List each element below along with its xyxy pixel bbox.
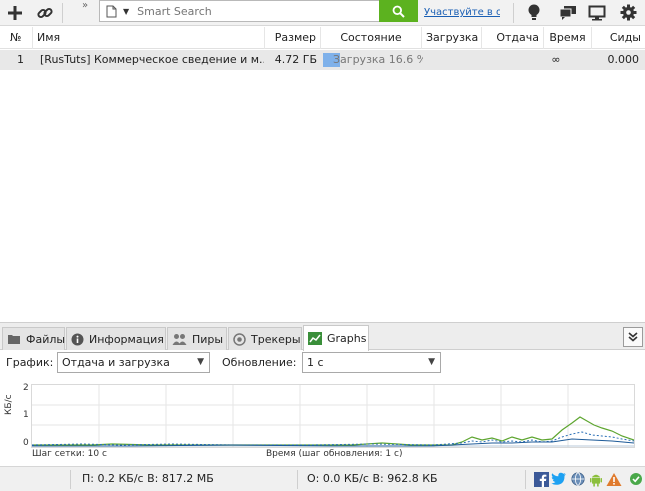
column-header-number[interactable]: № bbox=[0, 27, 33, 49]
update-interval-value: 1 с bbox=[307, 356, 324, 369]
facebook-button[interactable] bbox=[533, 471, 549, 487]
tab-label: Файлы bbox=[26, 332, 66, 346]
status-separator bbox=[70, 470, 71, 489]
info-icon bbox=[71, 333, 84, 345]
update-interval-select[interactable]: 1 с ▼ bbox=[302, 352, 441, 373]
link-icon bbox=[37, 7, 53, 18]
torrent-name: [RusTuts] Коммерческое сведение и м... bbox=[40, 53, 264, 66]
add-torrent-button[interactable] bbox=[2, 1, 28, 24]
torrent-size: 4.72 ГБ bbox=[274, 53, 317, 66]
files-icon bbox=[8, 335, 20, 344]
torrent-seeds: 0.000 bbox=[607, 53, 640, 66]
column-header-size[interactable]: Размер bbox=[265, 27, 321, 49]
y-tick-label: 1 bbox=[23, 410, 29, 420]
grid-step-label: Шаг сетки: 10 с bbox=[32, 449, 107, 459]
chevron-down-icon bbox=[628, 332, 638, 342]
tab-trackers[interactable]: Трекеры bbox=[228, 327, 302, 350]
network-button[interactable] bbox=[628, 471, 644, 487]
column-header-upload[interactable]: Отдача bbox=[482, 27, 544, 49]
torrent-time: ∞ bbox=[551, 53, 561, 66]
column-header-download[interactable]: Загрузка bbox=[422, 27, 482, 49]
column-header-seeds[interactable]: Сиды bbox=[592, 27, 645, 49]
graph-type-select[interactable]: Отдача и загрузка ▼ bbox=[57, 352, 210, 373]
upload-series-line bbox=[31, 431, 635, 446]
torrent-list-header: № Имя Размер Состояние Загрузка Отдача В… bbox=[0, 27, 645, 49]
chevron-down-icon: ▼ bbox=[197, 357, 204, 367]
tab-label: Пиры bbox=[192, 332, 224, 346]
column-header-state[interactable]: Состояние bbox=[321, 27, 422, 49]
status-bar: П: 0.2 КБ/с В: 817.2 МБ О: 0.0 КБ/с В: 9… bbox=[0, 466, 645, 491]
y-tick-label: 0 bbox=[23, 438, 29, 448]
update-interval-label: Обновление: bbox=[222, 356, 297, 369]
survey-link[interactable]: Участвуйте в опросе bbox=[424, 6, 500, 20]
collapse-panel-button[interactable] bbox=[623, 327, 643, 347]
download-series-line bbox=[32, 416, 635, 446]
tab-label: Трекеры bbox=[251, 332, 301, 346]
tab-label: Graphs bbox=[327, 332, 367, 345]
toolbar-separator bbox=[513, 3, 514, 23]
tab-info[interactable]: Информация bbox=[66, 327, 166, 350]
remote-button[interactable] bbox=[584, 1, 610, 24]
add-link-button[interactable] bbox=[32, 1, 58, 24]
android-button[interactable] bbox=[588, 471, 604, 487]
tab-graphs[interactable]: Graphs bbox=[303, 325, 369, 351]
android-icon bbox=[590, 474, 602, 486]
facebook-icon bbox=[533, 471, 549, 487]
status-separator bbox=[525, 470, 526, 489]
website-button[interactable] bbox=[570, 471, 586, 487]
column-header-name[interactable]: Имя bbox=[33, 27, 265, 49]
graph-type-value: Отдача и загрузка bbox=[62, 356, 170, 369]
trackers-icon bbox=[233, 332, 246, 346]
column-header-time[interactable]: Время bbox=[544, 27, 592, 49]
status-separator bbox=[297, 470, 298, 489]
time-axis-label: Время (шаг обновления: 1 с) bbox=[266, 449, 403, 459]
tips-button[interactable] bbox=[521, 1, 547, 24]
graph-icon bbox=[308, 332, 322, 345]
y-axis-unit: КБ/с bbox=[4, 394, 14, 415]
lightbulb-icon bbox=[528, 4, 540, 20]
torrent-state: Загрузка 16.6 % bbox=[333, 53, 423, 66]
y-tick-label: 2 bbox=[23, 383, 29, 393]
chat-button[interactable] bbox=[555, 1, 581, 24]
twitter-button[interactable] bbox=[551, 471, 567, 487]
search-button[interactable] bbox=[379, 0, 418, 22]
download-status[interactable]: П: 0.2 КБ/с В: 817.2 МБ bbox=[82, 472, 214, 485]
twitter-icon bbox=[551, 472, 566, 485]
globe-icon bbox=[571, 472, 585, 486]
chat-icon bbox=[559, 5, 576, 20]
chevron-down-icon[interactable]: ▼ bbox=[123, 7, 129, 16]
monitor-icon bbox=[588, 5, 606, 20]
torrent-number: 1 bbox=[17, 53, 24, 66]
search-icon bbox=[392, 5, 405, 18]
tab-label: Информация bbox=[89, 332, 164, 346]
speed-graph-canvas bbox=[31, 385, 635, 447]
smart-search-box[interactable]: ▼ bbox=[99, 0, 380, 22]
upload-status[interactable]: О: 0.0 КБ/с В: 962.8 КБ bbox=[307, 472, 438, 485]
tab-files[interactable]: Файлы bbox=[2, 327, 65, 350]
gear-icon bbox=[620, 4, 636, 21]
network-check-icon bbox=[630, 473, 642, 485]
settings-button[interactable] bbox=[615, 1, 641, 24]
tab-peers[interactable]: Пиры bbox=[167, 327, 227, 350]
chevron-down-icon: ▼ bbox=[428, 357, 435, 367]
toolbar-separator bbox=[62, 3, 63, 23]
speed-graph bbox=[31, 384, 635, 448]
document-icon bbox=[106, 5, 117, 17]
peers-icon bbox=[172, 334, 187, 345]
warning-icon bbox=[606, 472, 622, 486]
search-input[interactable] bbox=[137, 4, 368, 18]
toolbar: » ▼ Участвуйте в опросе bbox=[0, 0, 645, 26]
plus-icon bbox=[8, 5, 22, 20]
more-button[interactable]: » bbox=[82, 0, 88, 11]
graph-type-label: График: bbox=[6, 356, 54, 369]
details-tabs: Файлы Информация Пиры Трекеры Graphs bbox=[0, 322, 645, 351]
warning-button[interactable] bbox=[606, 471, 622, 487]
table-row[interactable]: 1 [RusTuts] Коммерческое сведение и м...… bbox=[0, 50, 645, 70]
